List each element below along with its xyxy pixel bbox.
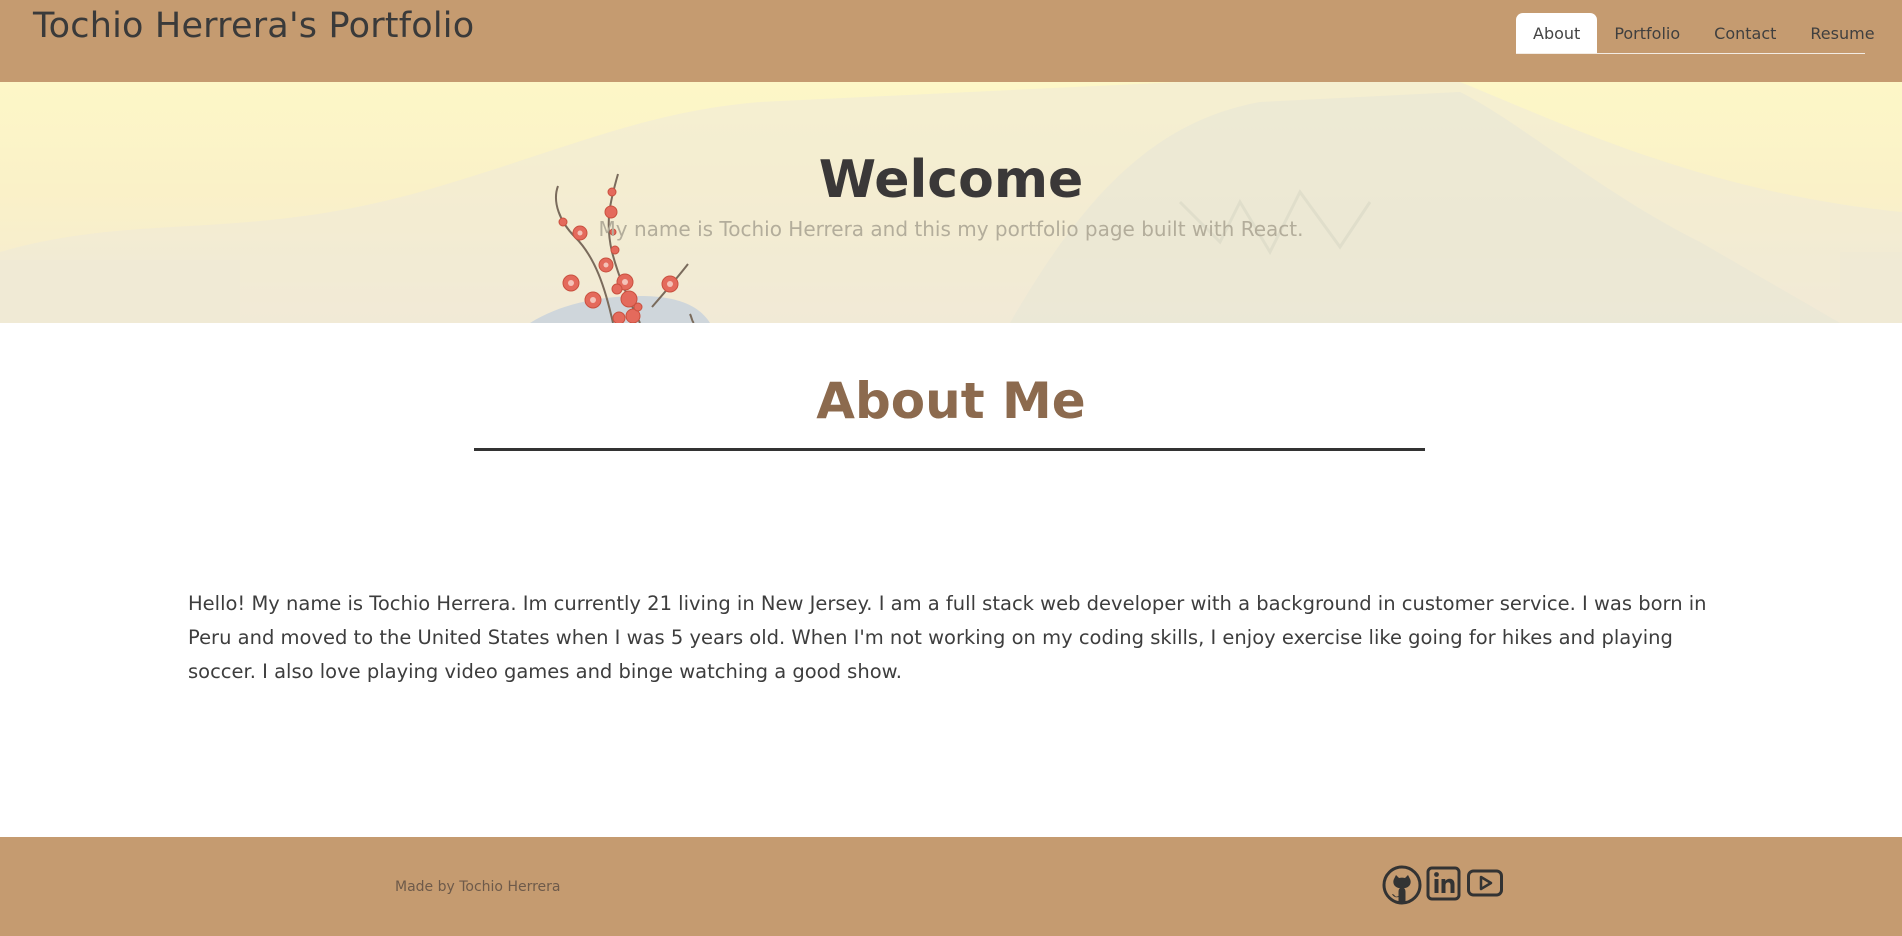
about-divider bbox=[474, 448, 1425, 451]
tab-resume[interactable]: Resume bbox=[1793, 13, 1891, 53]
footer: Made by Tochio Herrera bbox=[0, 837, 1902, 936]
site-title: Tochio Herrera's Portfolio bbox=[33, 6, 475, 46]
linkedin-icon[interactable] bbox=[1426, 865, 1462, 901]
tab-portfolio[interactable]: Portfolio bbox=[1597, 13, 1697, 53]
footer-credit: Made by Tochio Herrera bbox=[395, 879, 561, 895]
nav-tabs: About Portfolio Contact Resume bbox=[1516, 13, 1875, 54]
social-links bbox=[1382, 865, 1504, 905]
hero-subtitle: My name is Tochio Herrera and this my po… bbox=[598, 217, 1304, 241]
hero-title: Welcome bbox=[818, 150, 1084, 210]
page: Tochio Herrera's Portfolio About Portfol… bbox=[0, 0, 1902, 936]
top-navbar: Tochio Herrera's Portfolio About Portfol… bbox=[0, 0, 1902, 82]
youtube-icon[interactable] bbox=[1466, 865, 1504, 901]
about-paragraph: Hello! My name is Tochio Herrera. Im cur… bbox=[188, 592, 1707, 683]
hero-banner: Welcome My name is Tochio Herrera and th… bbox=[0, 82, 1902, 323]
github-icon[interactable] bbox=[1382, 865, 1422, 905]
tab-contact[interactable]: Contact bbox=[1697, 13, 1793, 53]
tab-about[interactable]: About bbox=[1516, 13, 1598, 53]
about-heading: About Me bbox=[816, 372, 1086, 430]
